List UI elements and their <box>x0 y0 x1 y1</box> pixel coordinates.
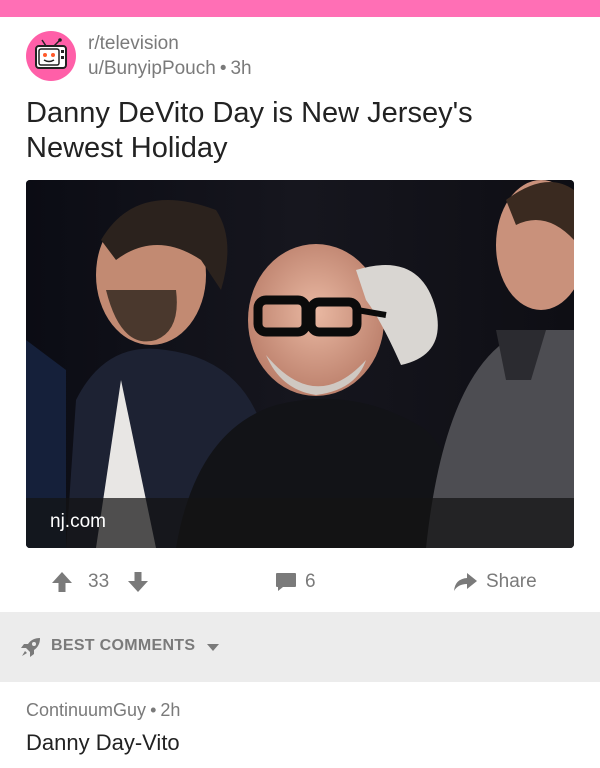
link-domain[interactable]: nj.com <box>50 511 106 533</box>
downvote-button[interactable] <box>126 560 150 604</box>
comment: ContinuumGuy • 2h Danny Day-Vito <box>26 700 574 756</box>
arrow-up-icon <box>52 572 72 592</box>
share-button[interactable] <box>452 560 478 604</box>
television-icon <box>35 38 67 69</box>
subreddit-avatar[interactable] <box>26 31 76 81</box>
preview-photo <box>26 180 574 548</box>
comment-age: 2h <box>160 700 181 720</box>
comment-count[interactable]: 6 <box>305 560 316 604</box>
comment-meta: ContinuumGuy • 2h <box>26 700 574 724</box>
post-title[interactable]: Danny DeVito Day is New Jersey's Newest … <box>26 96 574 166</box>
upvote-button[interactable] <box>50 560 74 604</box>
share-label[interactable]: Share <box>486 560 537 604</box>
comment-sort-bar[interactable]: BEST COMMENTS <box>0 612 600 682</box>
comment-body: Danny Day-Vito <box>26 730 180 755</box>
post-age: 3h <box>230 58 252 79</box>
comment-author[interactable]: ContinuumGuy <box>26 700 146 720</box>
subreddit-name[interactable]: r/television <box>88 33 179 55</box>
post-author[interactable]: u/BunyipPouch <box>88 58 216 79</box>
comment-bubble-icon <box>276 573 296 591</box>
post-actions: 33 6 Share <box>0 560 600 604</box>
link-preview-image[interactable]: nj.com <box>26 180 574 548</box>
caret-down-icon[interactable] <box>206 643 220 652</box>
comments-button[interactable] <box>274 560 298 604</box>
post-meta: u/BunyipPouch • 3h <box>88 58 252 80</box>
post-score: 33 <box>88 571 110 592</box>
link-source-bar: nj.com <box>26 498 574 548</box>
meta-separator: • <box>150 700 157 720</box>
sort-label[interactable]: BEST COMMENTS <box>51 637 195 655</box>
arrow-down-icon <box>128 572 148 592</box>
top-accent-bar <box>0 0 600 17</box>
meta-separator: • <box>219 58 227 79</box>
share-arrow-icon <box>454 573 477 591</box>
post-header: r/television u/BunyipPouch • 3h <box>26 31 566 83</box>
rocket-icon <box>21 638 40 657</box>
